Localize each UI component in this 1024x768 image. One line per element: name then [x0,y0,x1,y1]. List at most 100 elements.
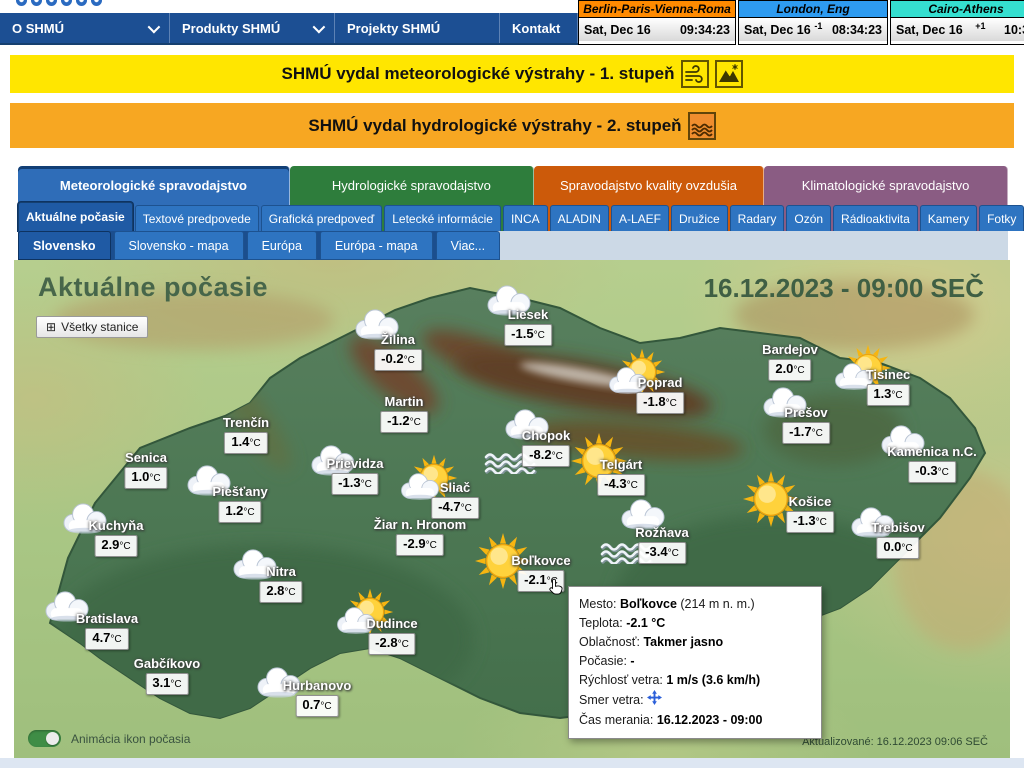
tab-eur-pa[interactable]: Európa [247,231,317,260]
station-temp: -1.8°C [636,392,684,414]
station-prievidza[interactable]: Prievidza-1.3°C [326,456,383,495]
station-name: Prievidza [326,456,383,471]
clock-time: 08:34:23 [826,23,882,37]
tab-fotky[interactable]: Fotky [979,205,1024,231]
station-name: Dudince [366,616,417,631]
station-tisinec[interactable]: Tisinec1.3°C [866,367,911,406]
toggle-knob [46,732,59,745]
station-bardejov[interactable]: Bardejov2.0°C [762,342,818,381]
clock-title: Berlin-Paris-Vienna-Roma [579,1,735,18]
station-temp: -1.2°C [380,411,428,433]
tab-grafick-predpove-[interactable]: Grafická predpoveď [261,205,382,231]
station-temp: -3.4°C [638,542,686,564]
station-name: Prešov [784,405,827,420]
station-name: Piešťany [212,484,267,499]
main-tab-spravodajstvo[interactable]: Spravodajstvo kvality ovzdušia [534,166,764,205]
tooltip-label: Teplota: [579,616,626,630]
station-dudince[interactable]: Dudince -2.8°C [366,616,417,655]
main-tab-klimatologické[interactable]: Klimatologické spravodajstvo [764,166,1008,205]
station-tren-n[interactable]: Trenčín1.4°C [223,415,269,454]
nav-item-produkty-shmú[interactable]: Produkty SHMÚ [170,13,335,43]
tooltip-value: Boľkovce [620,597,677,611]
tab-radary[interactable]: Radary [730,205,785,231]
tab-eur-pa-mapa[interactable]: Európa - mapa [320,231,433,260]
station-ko-ice[interactable]: Košice-1.3°C [786,494,834,533]
station-poprad[interactable]: Poprad -1.8°C [636,375,684,414]
tooltip-label: Oblačnosť: [579,635,643,649]
main-tab-hydrologické[interactable]: Hydrologické spravodajstvo [290,166,534,205]
logo-dot [76,0,87,6]
station-kamenica-n-c-[interactable]: Kamenica n.C.-0.3°C [887,444,977,483]
nav-item-kontakt[interactable]: Kontakt [500,13,578,43]
tooltip-value: 1 m/s (3.6 km/h) [666,673,760,687]
station--iar-n-hronom[interactable]: Žiar n. Hronom-2.9°C [374,517,466,556]
tooltip-row: Oblačnosť: Takmer jasno [579,633,811,652]
tab-aktu-lne-po-asie[interactable]: Aktuálne počasie [18,202,133,231]
wind-direction-icon [647,694,662,708]
world-clocks: Berlin-Paris-Vienna-RomaSat, Dec 1609:34… [578,0,1024,45]
station-liesek[interactable]: Liesek-1.5°C [504,307,552,346]
station-pre-ov[interactable]: Prešov-1.7°C [782,405,830,444]
map-datetime: 16.12.2023 - 09:00 SEČ [704,273,984,304]
station-ro-ava[interactable]: Rožňava -3.4°C [635,525,688,564]
station-tooltip: Mesto: Boľkovce (214 m n. m.)Teplota: -2… [568,586,822,739]
meteo-alert-banner[interactable]: SHMÚ vydal meteorologické výstrahy - 1. … [10,55,1014,93]
page-bottom-strip [0,758,1024,768]
clock-date: Sat, Dec 16 [744,23,811,37]
nav-item-label: O SHMÚ [12,21,64,36]
station-nitra[interactable]: Nitra2.8°C [259,564,302,603]
station-temp: -2.8°C [368,633,416,655]
hydro-alert-banner[interactable]: SHMÚ vydal hydrologické výstrahy - 2. st… [10,103,1014,148]
clock: Berlin-Paris-Vienna-RomaSat, Dec 1609:34… [578,0,736,45]
chevron-down-icon [148,20,161,33]
station-bratislava[interactable]: Bratislava4.7°C [76,611,138,650]
tab-slovensko-mapa[interactable]: Slovensko - mapa [114,231,244,260]
tooltip-label: Rýchlosť vetra: [579,673,666,687]
tab-a-laef[interactable]: A-LAEF [611,205,669,231]
region-tabs-row: SlovenskoSlovensko - mapaEurópaEurópa - … [18,231,1008,260]
tooltip-label: Čas merania: [579,713,657,727]
clock-datetime-row: Sat, Dec 1609:34:23 [579,18,735,41]
main-tab-meteorologické[interactable]: Meteorologické spravodajstvo [18,166,290,205]
all-stations-button[interactable]: ⊞ Všetky stanice [36,316,148,338]
station-slia-[interactable]: Sliač-4.7°C [431,480,479,519]
station-name: Nitra [266,564,296,579]
logo-dot [46,0,57,6]
tab-dru-ice[interactable]: Družice [671,205,728,231]
station-temp: 2.9°C [94,535,137,557]
tab-aladin[interactable]: ALADIN [550,205,609,231]
station-name: Rožňava [635,525,688,540]
station-kuchy-a[interactable]: Kuchyňa2.9°C [89,518,144,557]
station--ilina[interactable]: Žilina-0.2°C [374,332,422,371]
station-pie-any[interactable]: Piešťany1.2°C [212,484,267,523]
tab-textov-predpovede[interactable]: Textové predpovede [135,205,259,231]
station-hurbanovo[interactable]: Hurbanovo0.7°C [283,678,352,717]
station-name: Sliač [440,480,470,495]
station-gab-kovo[interactable]: Gabčíkovo3.1°C [134,656,200,695]
last-updated-text: Aktualizované: 16.12.2023 09:06 SEČ [802,736,988,748]
animation-toggle-row: Animácia ikon počasia [28,730,190,747]
station-telg-rt[interactable]: Telgárt-4.3°C [597,457,645,496]
shmu-logo-dots [16,0,102,6]
nav-item-o-shmú[interactable]: O SHMÚ [0,13,170,43]
station-name: Poprad [638,375,683,390]
animation-toggle[interactable] [28,730,61,747]
tooltip-row: Rýchlosť vetra: 1 m/s (3.6 km/h) [579,671,811,690]
station-name: Chopok [522,428,570,443]
station-name: Kamenica n.C. [887,444,977,459]
station-trebi-ov[interactable]: Trebišov0.0°C [871,520,924,559]
station-chopok[interactable]: Chopok-8.2°C [522,428,570,467]
nav-item-projekty-shmú[interactable]: Projekty SHMÚ [335,13,500,43]
logo-dot [31,0,42,6]
station-name: Boľkovce [511,553,570,568]
clock-time: 10:34 [998,23,1024,37]
station-martin[interactable]: Martin-1.2°C [380,394,428,433]
station-senica[interactable]: Senica1.0°C [124,450,167,489]
tab-viac-[interactable]: Viac... [436,231,501,260]
tab-oz-n[interactable]: Ozón [786,205,831,231]
tab-slovensko[interactable]: Slovensko [18,231,111,260]
tab-kamery[interactable]: Kamery [920,205,977,231]
tab-r-dioaktivita[interactable]: Rádioaktivita [833,205,918,231]
tab-leteck-inform-cie[interactable]: Letecké informácie [384,205,501,231]
tab-inca[interactable]: INCA [503,205,548,231]
